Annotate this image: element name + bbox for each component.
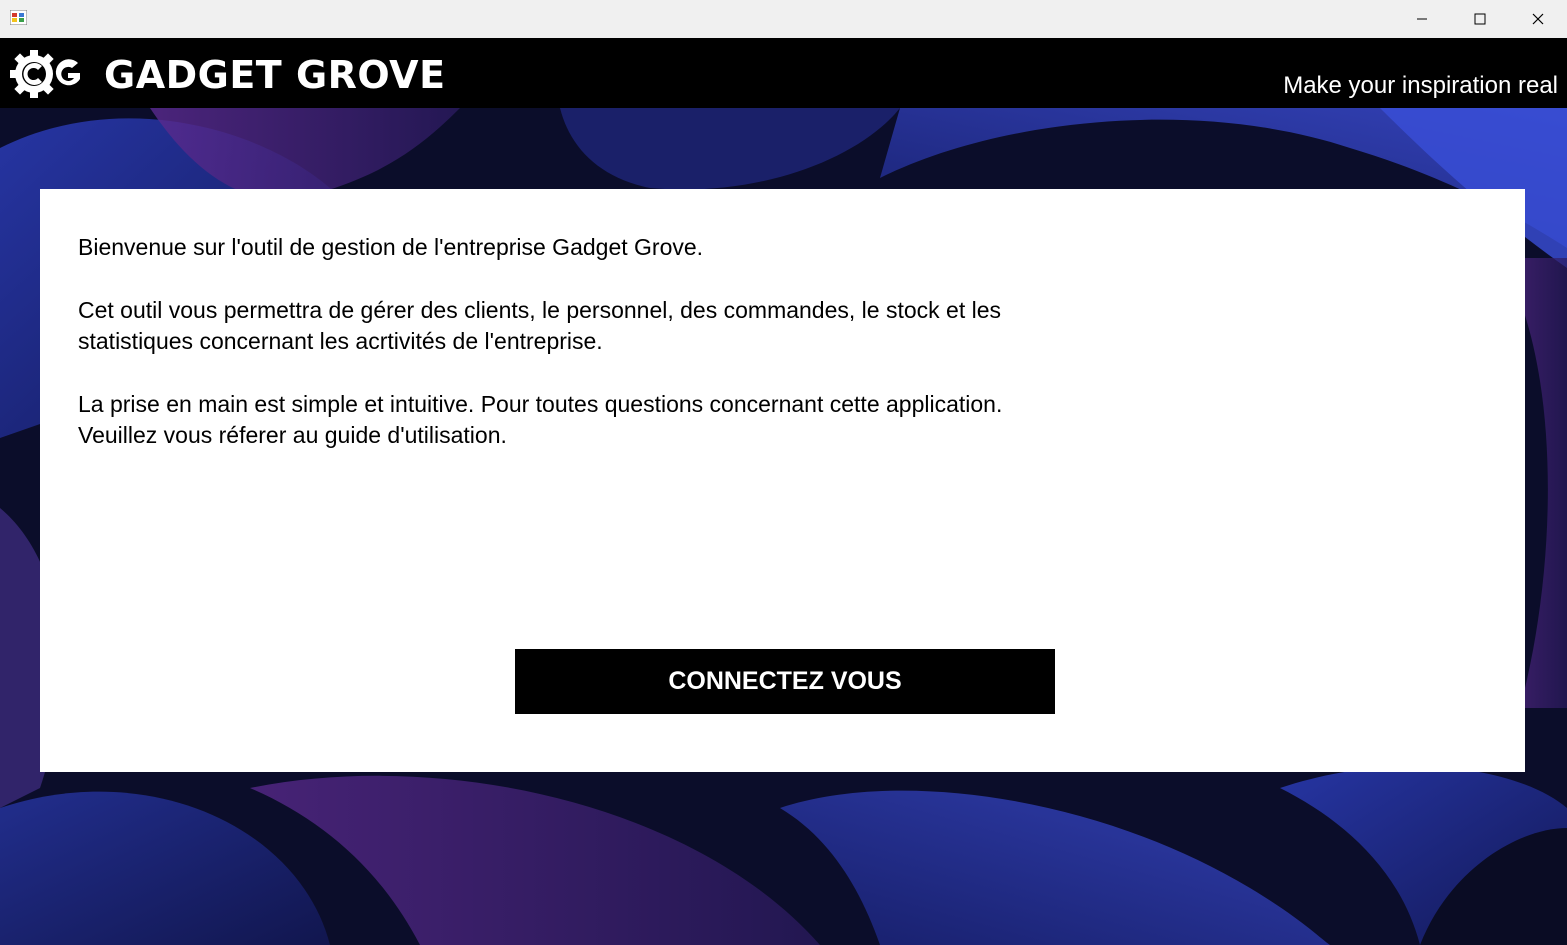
welcome-text: Bienvenue sur l'outil de gestion de l'en… [78, 232, 1078, 263]
help-line-1: La prise en main est simple et intuitive… [78, 391, 1003, 417]
title-bar [0, 0, 1567, 38]
help-text: La prise en main est simple et intuitive… [78, 389, 1078, 451]
close-icon [1532, 13, 1544, 25]
description-line-2: statistiques concernant les acrtivités d… [78, 328, 603, 354]
gear-g-logo-icon [10, 50, 80, 98]
maximize-button[interactable] [1451, 0, 1509, 38]
app-icon [10, 10, 27, 25]
description-text: Cet outil vous permettra de gérer des cl… [78, 295, 1078, 357]
app-header: GADGET GROVE Make your inspiration real [0, 38, 1567, 108]
brand-name: GADGET GROVE [104, 53, 446, 97]
maximize-icon [1474, 13, 1486, 25]
minimize-icon [1417, 18, 1427, 20]
welcome-panel: Bienvenue sur l'outil de gestion de l'en… [40, 189, 1525, 772]
minimize-button[interactable] [1393, 0, 1451, 38]
app-window: GADGET GROVE Make your inspiration real [0, 0, 1567, 945]
description-line-1: Cet outil vous permettra de gérer des cl… [78, 297, 1002, 323]
connect-button[interactable]: CONNECTEZ VOUS [515, 649, 1055, 714]
welcome-line: Bienvenue sur l'outil de gestion de l'en… [78, 234, 704, 260]
tagline: Make your inspiration real [1283, 72, 1558, 99]
close-button[interactable] [1509, 0, 1567, 38]
help-line-2: Veuillez vous réferer au guide d'utilisa… [78, 422, 507, 448]
